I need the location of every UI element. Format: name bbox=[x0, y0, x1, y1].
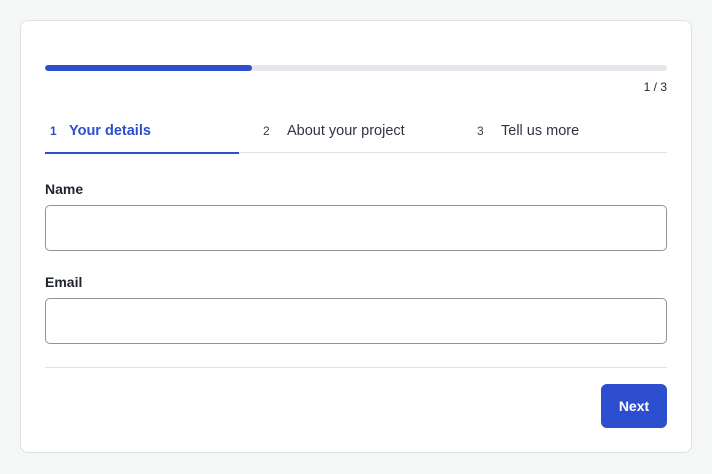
step-number: 1 bbox=[50, 124, 57, 138]
name-input[interactable] bbox=[45, 205, 667, 251]
email-label: Email bbox=[45, 274, 83, 290]
email-input[interactable] bbox=[45, 298, 667, 344]
step-tab-your-details[interactable]: 1 Your details bbox=[45, 109, 239, 154]
next-button[interactable]: Next bbox=[601, 384, 667, 428]
step-number: 2 bbox=[263, 124, 270, 138]
step-label: Your details bbox=[69, 123, 151, 139]
step-label: Tell us more bbox=[501, 123, 580, 139]
name-label: Name bbox=[45, 181, 84, 197]
wizard-card: 1 / 3 1 Your details 2 About your projec… bbox=[20, 20, 692, 453]
progress-bar-fill bbox=[45, 65, 253, 71]
progress-bar bbox=[45, 65, 667, 71]
step-label: About your project bbox=[287, 123, 405, 139]
progress-count: 1 / 3 bbox=[643, 80, 667, 94]
step-number: 3 bbox=[477, 124, 484, 138]
step-tabs: 1 Your details 2 About your project 3 Te… bbox=[45, 109, 667, 154]
step-tab-about-your-project[interactable]: 2 About your project bbox=[263, 109, 405, 153]
footer-divider bbox=[45, 367, 667, 368]
step-tab-tell-us-more[interactable]: 3 Tell us more bbox=[477, 109, 579, 153]
